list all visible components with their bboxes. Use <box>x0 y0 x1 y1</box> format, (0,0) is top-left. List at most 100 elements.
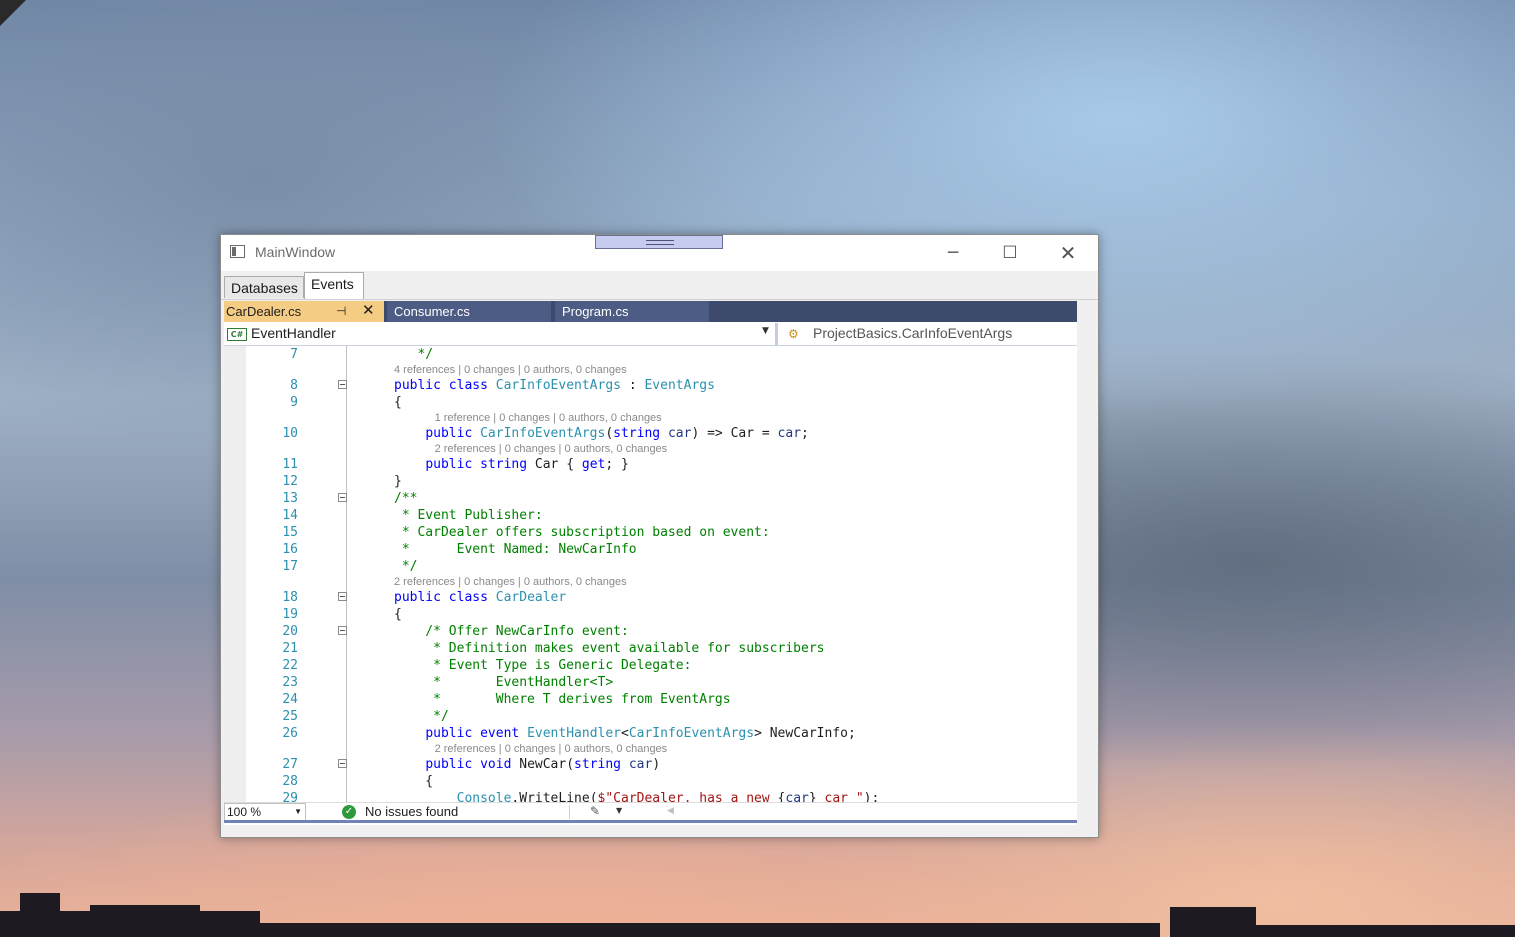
codelens-text[interactable]: 2 references | 0 changes | 0 authors, 0 … <box>394 575 627 589</box>
issues-status[interactable]: No issues found <box>365 804 458 819</box>
code-line[interactable]: 13 /** <box>224 490 1077 507</box>
window-title: MainWindow <box>255 244 336 260</box>
code-line[interactable]: 18 public class CarDealer <box>224 589 1077 606</box>
codelens-text[interactable]: 4 references | 0 changes | 0 authors, 0 … <box>394 363 627 377</box>
code-line[interactable]: 27 public void NewCar(string car) <box>224 756 1077 773</box>
scroll-left-icon[interactable]: ◀ <box>667 806 674 816</box>
code-view[interactable]: 7 */4 references | 0 changes | 0 authors… <box>224 346 1077 802</box>
code-text: public string Car { get; } <box>425 457 629 472</box>
chevron-down-icon: ▼ <box>294 807 302 816</box>
check-icon: ✓ <box>342 805 356 819</box>
code-text: public class CarDealer <box>394 590 567 605</box>
csharp-file-icon: C# <box>227 328 247 341</box>
collapse-icon[interactable] <box>338 592 347 601</box>
line-number: 7 <box>290 347 298 362</box>
maximize-button[interactable]: ☐ <box>988 241 1032 265</box>
code-text: * Event Publisher: <box>394 508 543 523</box>
line-number: 25 <box>282 709 298 724</box>
code-text: public void NewCar(string car) <box>425 757 661 772</box>
code-text: { <box>394 607 402 622</box>
editor-status-bar: 100 % ▼ ✓ No issues found ✎ ▼ ◀ <box>224 802 1077 821</box>
line-number: 16 <box>282 542 298 557</box>
codelens-row[interactable]: 2 references | 0 changes | 0 authors, 0 … <box>224 442 1077 456</box>
code-line[interactable]: 21 * Definition makes event available fo… <box>224 640 1077 657</box>
code-line[interactable]: 7 */ <box>224 346 1077 363</box>
chevron-down-icon: ▼ <box>762 326 769 336</box>
code-text: * EventHandler<T> <box>394 675 614 690</box>
codelens-text[interactable]: 2 references | 0 changes | 0 authors, 0 … <box>435 442 668 456</box>
code-line[interactable]: 28 { <box>224 773 1077 790</box>
desktop-corner <box>0 0 26 26</box>
code-line[interactable]: 17 */ <box>224 558 1077 575</box>
collapse-icon[interactable] <box>338 380 347 389</box>
line-number: 24 <box>282 692 298 707</box>
codelens-text[interactable]: 2 references | 0 changes | 0 authors, 0 … <box>435 742 668 756</box>
collapse-icon[interactable] <box>338 759 347 768</box>
editor-tab-label: CarDealer.cs <box>226 304 302 319</box>
code-line[interactable]: 14 * Event Publisher: <box>224 507 1077 524</box>
chevron-down-icon[interactable]: ▼ <box>616 806 622 815</box>
code-cleanup-icon[interactable]: ✎ <box>590 804 600 818</box>
editor-tab-consumer[interactable]: Consumer.cs <box>387 301 551 322</box>
code-text: /* Offer NewCarInfo event: <box>394 624 629 639</box>
codelens-row[interactable]: 1 reference | 0 changes | 0 authors, 0 c… <box>224 411 1077 425</box>
code-text: public event EventHandler<CarInfoEventAr… <box>425 726 856 741</box>
code-line[interactable]: 10 public CarInfoEventArgs(string car) =… <box>224 425 1077 442</box>
minimize-button[interactable]: ─ <box>931 241 975 265</box>
codelens-row[interactable]: 4 references | 0 changes | 0 authors, 0 … <box>224 363 1077 377</box>
line-number: 20 <box>282 624 298 639</box>
codelens-row[interactable]: 2 references | 0 changes | 0 authors, 0 … <box>224 742 1077 756</box>
code-line[interactable]: 29 Console.WriteLine($"CarDealer, has a … <box>224 790 1077 802</box>
zoom-select[interactable]: 100 % ▼ <box>224 803 306 821</box>
line-number: 10 <box>282 426 298 441</box>
member-right-label: ProjectBasics.CarInfoEventArgs <box>813 325 1013 341</box>
vertical-scrollbar[interactable] <box>1077 301 1095 825</box>
code-text: public class CarInfoEventArgs : EventArg… <box>394 378 715 393</box>
code-line[interactable]: 24 * Where T derives from EventArgs <box>224 691 1077 708</box>
line-number: 27 <box>282 757 298 772</box>
pin-icon[interactable]: ⊣ <box>336 301 346 322</box>
drag-handle[interactable] <box>595 235 723 249</box>
code-text: Console.WriteLine($"CarDealer, has a new… <box>456 791 880 802</box>
divider <box>569 805 570 819</box>
code-text: */ <box>394 347 434 362</box>
close-button[interactable]: ✕ <box>1046 241 1090 265</box>
codelens-row[interactable]: 2 references | 0 changes | 0 authors, 0 … <box>224 575 1077 589</box>
code-line[interactable]: 26 public event EventHandler<CarInfoEven… <box>224 725 1077 742</box>
line-number: 21 <box>282 641 298 656</box>
line-number: 28 <box>282 774 298 789</box>
code-text: * Event Type is Generic Delegate: <box>394 658 692 673</box>
line-number: 13 <box>282 491 298 506</box>
code-line[interactable]: 23 * EventHandler<T> <box>224 674 1077 691</box>
title-bar[interactable]: MainWindow ─ ☐ ✕ <box>221 235 1098 271</box>
member-left-label: EventHandler <box>251 325 336 341</box>
collapse-icon[interactable] <box>338 493 347 502</box>
main-window: MainWindow ─ ☐ ✕ Databases Events CarDea… <box>220 234 1099 838</box>
line-number: 15 <box>282 525 298 540</box>
code-text: /** <box>394 491 418 506</box>
code-line[interactable]: 22 * Event Type is Generic Delegate: <box>224 657 1077 674</box>
code-line[interactable]: 19 { <box>224 606 1077 623</box>
code-line[interactable]: 25 */ <box>224 708 1077 725</box>
code-line[interactable]: 15 * CarDealer offers subscription based… <box>224 524 1077 541</box>
tab-events[interactable]: Events <box>304 272 364 299</box>
editor-tab-cardealer[interactable]: CarDealer.cs ⊣ ✕ <box>224 301 384 322</box>
collapse-icon[interactable] <box>338 626 347 635</box>
code-line[interactable]: 8 public class CarInfoEventArgs : EventAr… <box>224 377 1077 394</box>
code-line[interactable]: 20 /* Offer NewCarInfo event: <box>224 623 1077 640</box>
city-skyline <box>0 867 1515 937</box>
code-text: */ <box>394 709 449 724</box>
code-line[interactable]: 16 * Event Named: NewCarInfo <box>224 541 1077 558</box>
codelens-text[interactable]: 1 reference | 0 changes | 0 authors, 0 c… <box>435 411 662 425</box>
close-tab-icon[interactable]: ✕ <box>362 300 375 321</box>
code-editor: CarDealer.cs ⊣ ✕ Consumer.cs Program.cs … <box>224 301 1077 825</box>
editor-tab-program[interactable]: Program.cs <box>555 301 709 322</box>
code-line[interactable]: 12} <box>224 473 1077 490</box>
code-text: * Definition makes event available for s… <box>394 641 825 656</box>
code-line[interactable]: 9{ <box>224 394 1077 411</box>
member-dropdown-left[interactable]: C# EventHandler ▼ <box>224 323 778 345</box>
code-line[interactable]: 11 public string Car { get; } <box>224 456 1077 473</box>
line-number: 22 <box>282 658 298 673</box>
tab-databases[interactable]: Databases <box>224 276 304 298</box>
line-number: 17 <box>282 559 298 574</box>
